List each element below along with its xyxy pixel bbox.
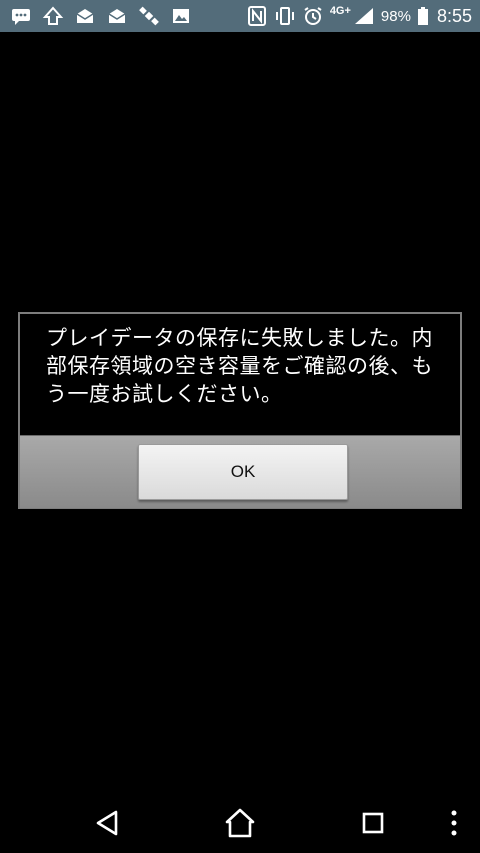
back-icon[interactable] bbox=[90, 805, 126, 841]
network-type: 4G+ bbox=[329, 5, 351, 17]
vibrate-icon bbox=[274, 6, 296, 26]
image-icon bbox=[170, 6, 192, 26]
navigation-bar bbox=[0, 793, 480, 853]
battery-icon bbox=[417, 6, 429, 26]
signal-icon bbox=[353, 6, 375, 26]
messages-icon bbox=[10, 6, 32, 26]
status-bar: 4G+ 98% 8:55 bbox=[0, 0, 480, 32]
recents-icon[interactable] bbox=[355, 805, 391, 841]
battery-percent: 98% bbox=[380, 7, 411, 25]
dialog-button-bar: OK bbox=[20, 435, 460, 508]
mail-icon bbox=[106, 6, 128, 26]
nfc-icon bbox=[246, 6, 268, 26]
status-time: 8:55 bbox=[436, 5, 472, 26]
notification-icon bbox=[42, 6, 64, 26]
error-dialog: プレイデータの保存に失敗しました。内部保存領域の空き容量をご確認の後、もう一度お… bbox=[18, 312, 462, 509]
more-icon[interactable] bbox=[436, 805, 472, 841]
alarm-icon bbox=[302, 6, 324, 26]
satellite-icon bbox=[138, 6, 160, 26]
dialog-message: プレイデータの保存に失敗しました。内部保存領域の空き容量をご確認の後、もう一度お… bbox=[46, 326, 433, 406]
notification-icons bbox=[0, 0, 192, 32]
ok-button[interactable]: OK bbox=[138, 444, 348, 500]
mail-icon bbox=[74, 6, 96, 26]
system-status: 4G+ 98% 8:55 bbox=[246, 0, 480, 32]
home-icon[interactable] bbox=[222, 805, 258, 841]
